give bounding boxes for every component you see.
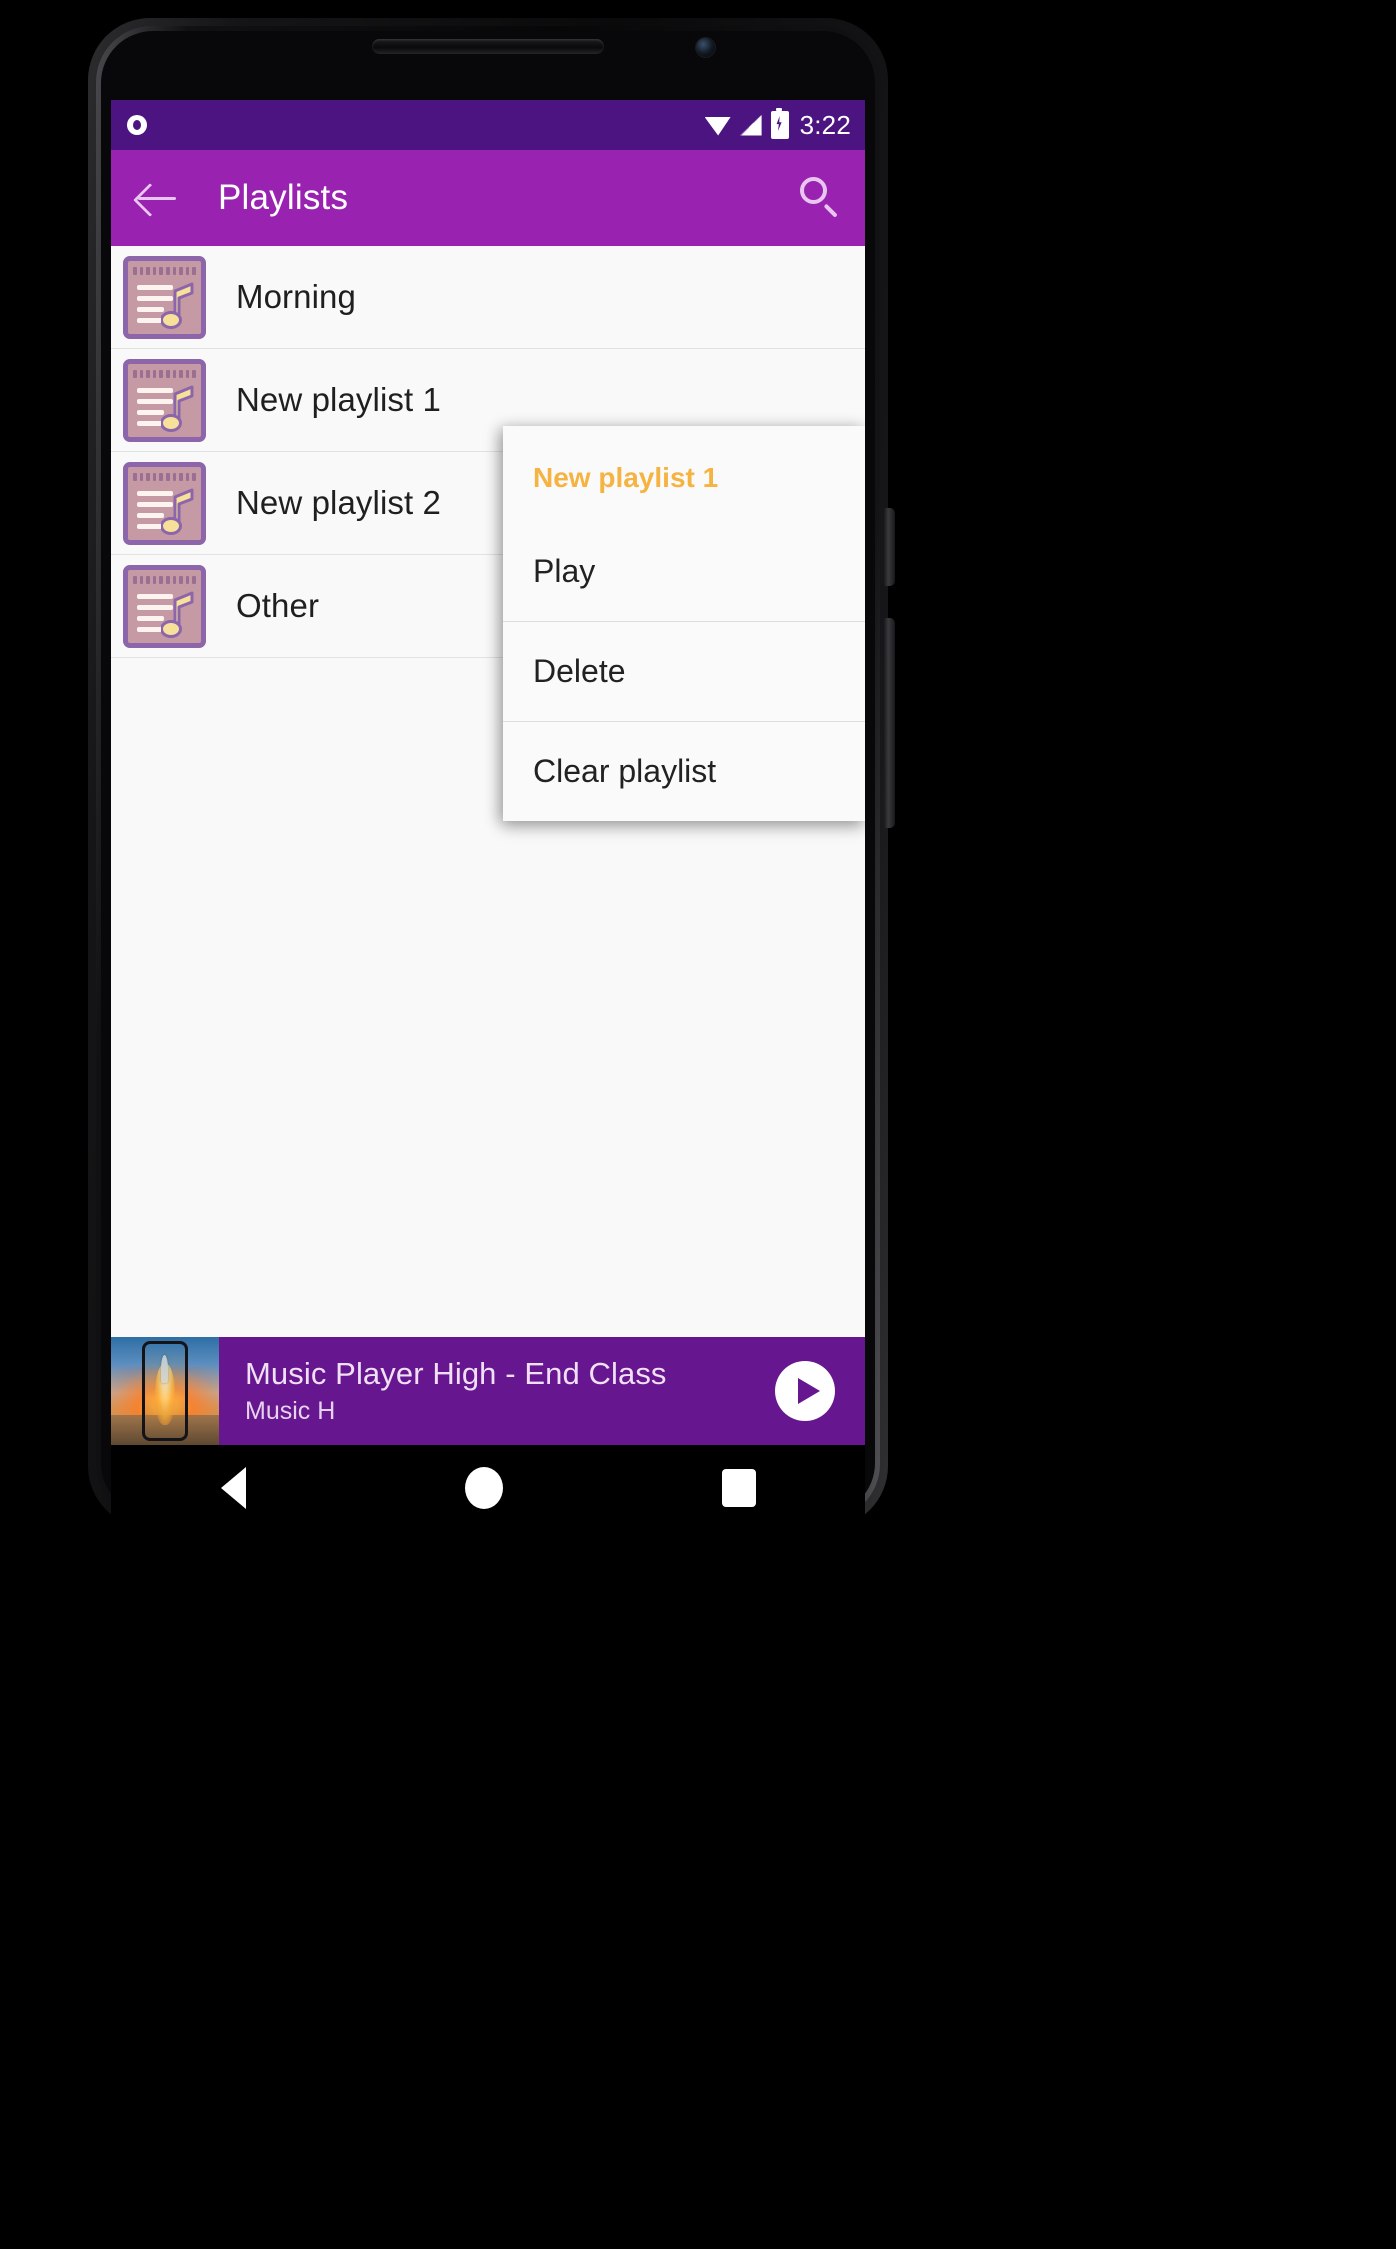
now-playing-title: Music Player High - End Class xyxy=(245,1356,667,1391)
music-note-icon xyxy=(161,282,194,329)
front-camera-icon xyxy=(696,38,715,57)
status-bar-left xyxy=(127,115,705,135)
wifi-icon xyxy=(704,117,731,136)
power-button[interactable] xyxy=(884,618,895,828)
android-nav-bar xyxy=(111,1445,865,1530)
playlist-context-menu: New playlist 1 Play Delete Clear playlis… xyxy=(503,426,865,821)
nav-home-circle-icon[interactable] xyxy=(464,1466,503,1509)
music-note-icon xyxy=(161,591,194,638)
playlist-note-icon xyxy=(123,358,206,442)
status-bar-right: 3:22 xyxy=(704,108,851,141)
context-menu-item-play[interactable]: Play xyxy=(503,522,865,621)
back-arrow-icon[interactable] xyxy=(135,176,179,220)
album-art xyxy=(111,1337,219,1445)
now-playing-text: Music Player High - End Class Music H xyxy=(219,1356,775,1426)
phone-screen: 3:22 Playlists Morning New playlist 1 Ne… xyxy=(111,100,865,1445)
now-playing-artist: Music H xyxy=(245,1397,336,1425)
music-note-icon xyxy=(161,385,194,432)
playlist-note-icon xyxy=(123,461,206,545)
now-playing-bar[interactable]: Music Player High - End Class Music H xyxy=(111,1337,865,1445)
volume-button[interactable] xyxy=(884,508,895,586)
signal-icon xyxy=(739,114,762,136)
status-bar: 3:22 xyxy=(111,100,865,150)
context-menu-title: New playlist 1 xyxy=(533,462,719,493)
record-icon xyxy=(127,115,147,135)
battery-charging-icon xyxy=(770,108,789,139)
play-circle-icon[interactable] xyxy=(775,1361,835,1421)
search-icon[interactable] xyxy=(797,175,843,221)
app-bar: Playlists xyxy=(111,150,865,246)
earpiece-speaker xyxy=(372,39,604,54)
page-title: Playlists xyxy=(218,178,349,217)
playlist-name: Other xyxy=(236,587,320,624)
context-menu-item-delete[interactable]: Delete xyxy=(503,621,865,721)
playlist-note-icon xyxy=(123,564,206,648)
playlist-note-icon xyxy=(123,255,206,339)
music-note-icon xyxy=(161,488,194,535)
playlist-name: New playlist 2 xyxy=(236,484,441,521)
nav-recents-square-icon[interactable] xyxy=(721,1468,756,1507)
playlist-row-morning[interactable]: Morning xyxy=(111,246,865,349)
context-menu-item-clear-playlist[interactable]: Clear playlist xyxy=(503,721,865,821)
playlist-name: New playlist 1 xyxy=(236,381,441,418)
status-time: 3:22 xyxy=(799,109,851,140)
album-art-phone-overlay xyxy=(142,1341,188,1441)
nav-back-triangle-icon[interactable] xyxy=(220,1466,246,1509)
playlist-name: Morning xyxy=(236,278,356,315)
